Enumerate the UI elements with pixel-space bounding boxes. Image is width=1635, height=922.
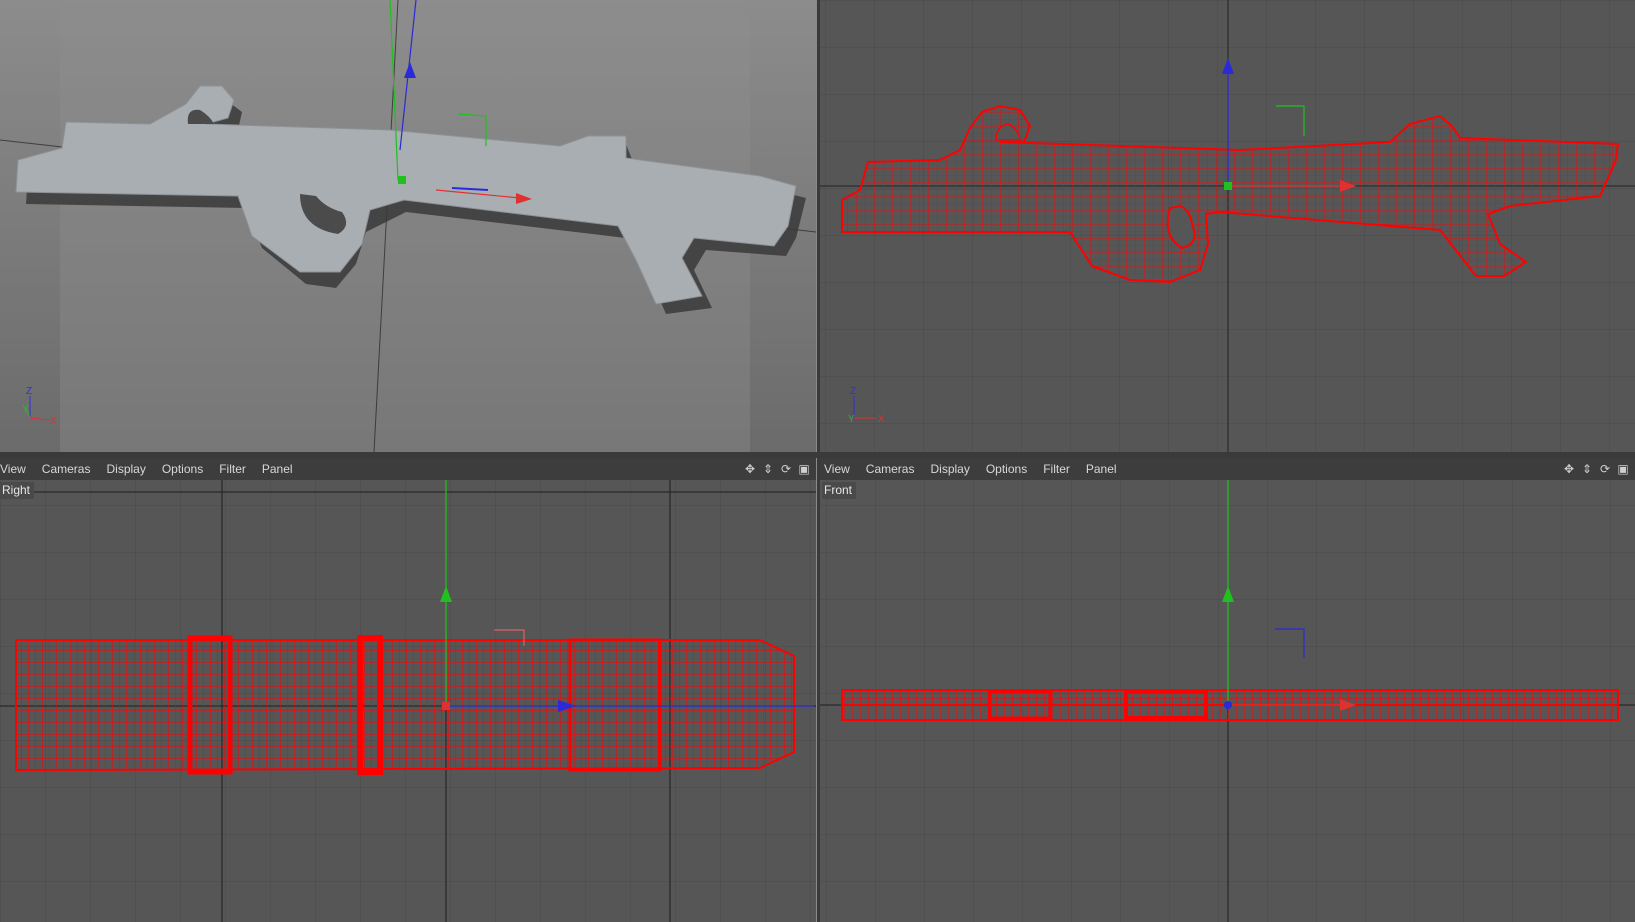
model-wireframe-right	[15, 639, 795, 772]
axis-indicator: Z Y X	[22, 386, 57, 427]
menu-options[interactable]: Options	[154, 462, 211, 476]
rotate-icon[interactable]: ⟳	[1599, 462, 1611, 476]
svg-text:Z: Z	[850, 386, 856, 397]
menu-display[interactable]: Display	[922, 462, 977, 476]
viewport-label-front[interactable]: Front	[822, 482, 857, 499]
rotate-icon[interactable]: ⟳	[780, 462, 792, 476]
svg-text:Y: Y	[22, 404, 29, 415]
pan-icon[interactable]: ⇕	[1581, 462, 1593, 476]
svg-text:X: X	[50, 416, 57, 427]
svg-text:Z: Z	[26, 386, 32, 397]
maximize-icon[interactable]: ▣	[798, 462, 810, 476]
menu-filter[interactable]: Filter	[211, 462, 254, 476]
svg-text:Y: Y	[848, 414, 855, 425]
maximize-icon[interactable]: ▣	[1617, 462, 1629, 476]
right-scene	[0, 458, 816, 922]
perspective-scene: Z Y X	[0, 0, 816, 452]
perspective-viewport[interactable]: Z Y X	[0, 0, 816, 452]
menu-view[interactable]: View	[820, 462, 858, 476]
menu-cameras[interactable]: Cameras	[34, 462, 99, 476]
menu-options[interactable]: Options	[978, 462, 1035, 476]
front-viewport[interactable]: View Cameras Display Options Filter Pane…	[820, 458, 1635, 922]
menu-cameras[interactable]: Cameras	[858, 462, 923, 476]
right-viewport-menubar: View Cameras Display Options Filter Pane…	[0, 458, 816, 480]
right-viewport[interactable]: View Cameras Display Options Filter Pane…	[0, 458, 816, 922]
pan-icon[interactable]: ⇕	[762, 462, 774, 476]
front-viewport-menubar: View Cameras Display Options Filter Pane…	[820, 458, 1635, 480]
menu-panel[interactable]: Panel	[254, 462, 301, 476]
move-icon[interactable]: ✥	[1563, 462, 1575, 476]
top-viewport[interactable]: Z Y X	[820, 0, 1635, 452]
move-icon[interactable]: ✥	[744, 462, 756, 476]
menu-filter[interactable]: Filter	[1035, 462, 1078, 476]
menu-panel[interactable]: Panel	[1078, 462, 1125, 476]
menu-view[interactable]: View	[0, 462, 34, 476]
svg-text:X: X	[878, 414, 885, 425]
viewport-label-right[interactable]: Right	[0, 482, 35, 499]
top-scene: Z Y X	[820, 0, 1635, 452]
menu-display[interactable]: Display	[98, 462, 153, 476]
front-scene	[820, 458, 1635, 922]
